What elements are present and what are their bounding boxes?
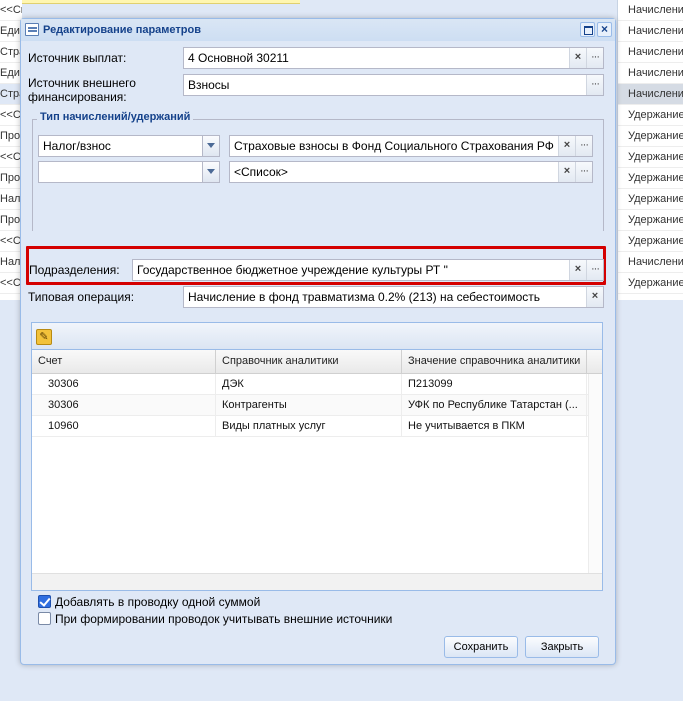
background-right-row: Удержание: [618, 231, 683, 252]
column-header-account[interactable]: Счет: [32, 350, 216, 373]
table-row[interactable]: 30306 ДЭК П213099: [32, 374, 602, 395]
cell-account: 30306: [32, 374, 216, 394]
typical-operation-value[interactable]: Начисление в фонд травматизма 0.2% (213)…: [184, 287, 586, 307]
window-form-icon: [25, 23, 39, 36]
cell-analytics-reference: Контрагенты: [216, 395, 402, 415]
background-left-row: <<С: [0, 105, 22, 126]
accrual-type-legend: Тип начислений/удержаний: [37, 111, 194, 123]
single-sum-checkbox[interactable]: [38, 595, 51, 608]
background-left-row: Стра: [0, 42, 22, 63]
tax-value-browse-icon[interactable]: ···: [575, 136, 592, 156]
background-right-row: Удержание: [618, 147, 683, 168]
close-window-button[interactable]: ×: [597, 22, 612, 37]
external-financing-value[interactable]: Взносы: [184, 75, 586, 95]
payment-source-value[interactable]: 4 Основной 30211: [184, 48, 569, 68]
background-left-row: <<Список>>: [0, 0, 22, 21]
close-button[interactable]: Закрыть: [525, 636, 599, 658]
tax-value-clear-icon[interactable]: ×: [558, 136, 575, 156]
grid-header: Счет Справочник аналитики Значение справ…: [32, 350, 602, 374]
background-right-row: Удержание: [618, 189, 683, 210]
background-toolbar-strip: [0, 0, 300, 4]
background-left-column: <<Список>> Един Стра Един Стра <<С Про <…: [0, 0, 22, 300]
background-right-row: Начисление: [618, 42, 683, 63]
background-right-row: Начисление: [618, 84, 683, 105]
list-value-browse-icon[interactable]: ···: [575, 162, 592, 182]
background-left-row: Про: [0, 210, 22, 231]
background-left-row: Про: [0, 126, 22, 147]
cell-analytics-value: П213099: [402, 374, 587, 394]
payment-source-clear-icon[interactable]: ×: [569, 48, 586, 68]
background-right-row: Удержание: [618, 210, 683, 231]
tax-value-text[interactable]: Страховые взносы в Фонд Социального Стра…: [230, 136, 558, 156]
tax-type-select-value[interactable]: Налог/взнос: [39, 136, 202, 156]
background-right-row: Начисление: [618, 0, 683, 21]
chevron-down-icon[interactable]: [202, 136, 219, 156]
grid-horizontal-scrollbar[interactable]: [32, 573, 602, 590]
grid-vertical-scroll-area: [588, 374, 602, 573]
save-button[interactable]: Сохранить: [444, 636, 518, 658]
external-financing-browse-icon[interactable]: ···: [586, 75, 603, 95]
typical-operation-clear-icon[interactable]: ×: [586, 287, 603, 307]
background-right-column: Начисление Начисление Начисление Начисле…: [617, 0, 683, 300]
background-left-row: Един: [0, 21, 22, 42]
grid-toolbar: ✎: [32, 323, 602, 350]
background-left-row: Нал: [0, 252, 22, 273]
subdivisions-browse-icon[interactable]: ···: [586, 260, 603, 280]
cell-account: 30306: [32, 395, 216, 415]
tax-type-select[interactable]: Налог/взнос: [38, 135, 220, 157]
subdivisions-clear-icon[interactable]: ×: [569, 260, 586, 280]
window-titlebar[interactable]: Редактирование параметров ×: [21, 19, 615, 41]
chevron-down-icon[interactable]: [202, 162, 219, 182]
list-value-field[interactable]: <Список> × ···: [229, 161, 593, 183]
window-title: Редактирование параметров: [43, 24, 201, 36]
background-left-row: <<С: [0, 147, 22, 168]
list-value-clear-icon[interactable]: ×: [558, 162, 575, 182]
external-financing-field[interactable]: Взносы ···: [183, 74, 604, 96]
analytics-grid: ✎ Счет Справочник аналитики Значение спр…: [31, 322, 603, 591]
table-row[interactable]: 10960 Виды платных услуг Не учитывается …: [32, 416, 602, 437]
cell-analytics-reference: ДЭК: [216, 374, 402, 394]
edit-parameters-window: Редактирование параметров × Источник вып…: [20, 18, 616, 665]
background-right-row: Удержание: [618, 105, 683, 126]
background-right-row: Начисление: [618, 21, 683, 42]
edit-pencil-icon[interactable]: ✎: [36, 329, 52, 345]
background-right-row: Начисление: [618, 252, 683, 273]
background-left-row: Нал: [0, 189, 22, 210]
background-right-row: Удержание: [618, 273, 683, 294]
list-value-text[interactable]: <Список>: [230, 162, 558, 182]
maximize-button[interactable]: [580, 22, 595, 37]
cell-analytics-reference: Виды платных услуг: [216, 416, 402, 436]
subdivisions-field[interactable]: Государственное бюджетное учреждение кул…: [132, 259, 604, 281]
external-financing-label: Источник внешнего финансирования:: [28, 76, 136, 104]
background-left-row: <<С: [0, 231, 22, 252]
background-left-row: Стра: [0, 84, 22, 105]
external-sources-checkbox[interactable]: [38, 612, 51, 625]
table-row[interactable]: 30306 Контрагенты УФК по Республике Тата…: [32, 395, 602, 416]
background-left-row: <<С: [0, 273, 22, 294]
payment-source-field[interactable]: 4 Основной 30211 × ···: [183, 47, 604, 69]
background-right-row: Начисление: [618, 63, 683, 84]
payment-source-browse-icon[interactable]: ···: [586, 48, 603, 68]
external-sources-label: При формировании проводок учитывать внеш…: [55, 612, 393, 626]
payment-source-label: Источник выплат:: [28, 51, 127, 65]
single-sum-label: Добавлять в проводку одной суммой: [55, 595, 261, 609]
typical-operation-label: Типовая операция:: [28, 290, 135, 304]
cell-analytics-value: Не учитывается в ПКМ: [402, 416, 587, 436]
tax-value-field[interactable]: Страховые взносы в Фонд Социального Стра…: [229, 135, 593, 157]
column-header-analytics-reference[interactable]: Справочник аналитики: [216, 350, 402, 373]
cell-account: 10960: [32, 416, 216, 436]
typical-operation-field[interactable]: Начисление в фонд травматизма 0.2% (213)…: [183, 286, 604, 308]
subdivisions-label: Подразделения:: [29, 263, 120, 277]
background-left-row: Про: [0, 168, 22, 189]
background-right-row: Удержание: [618, 168, 683, 189]
column-header-analytics-value[interactable]: Значение справочника аналитики: [402, 350, 587, 373]
second-type-select-value[interactable]: [39, 162, 202, 182]
cell-analytics-value: УФК по Республике Татарстан (...: [402, 395, 587, 415]
background-right-row: Удержание: [618, 126, 683, 147]
background-left-row: Един: [0, 63, 22, 84]
second-type-select[interactable]: [38, 161, 220, 183]
subdivisions-value[interactable]: Государственное бюджетное учреждение кул…: [133, 260, 569, 280]
